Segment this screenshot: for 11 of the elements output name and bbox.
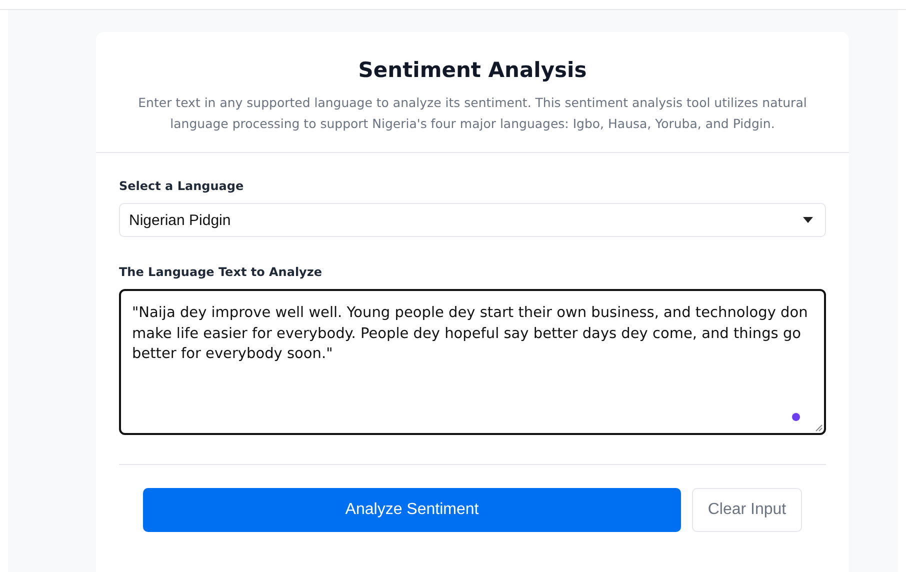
language-dropdown[interactable]: Nigerian Pidgin xyxy=(119,203,826,237)
clear-button[interactable]: Clear Input xyxy=(692,488,802,532)
description-text: Enter text in any supported language to analyze its sentiment. This sentiment analysis tool utilizes natural language processing to support Nigeria's four major languages: Igbo, Hausa, Yoruba, and Pidgin. xyxy=(137,94,808,133)
page-title: Sentiment Analysis xyxy=(357,58,588,82)
dot-icon xyxy=(792,413,800,421)
caret-icon xyxy=(803,217,813,223)
field-label: Select a Language xyxy=(119,179,245,193)
field-label: The Language Text to Analyze xyxy=(119,265,323,279)
text-input-field[interactable]: "Naija dey improve well well. Young people dey start their own business, and technology don make life easier for everybody. People dey hopeful say better days dey come, and things go better for everybody soon." xyxy=(121,291,824,433)
resize-handle-icon[interactable] xyxy=(815,424,823,432)
analyze-button[interactable]: Analyze Sentiment xyxy=(143,488,681,532)
